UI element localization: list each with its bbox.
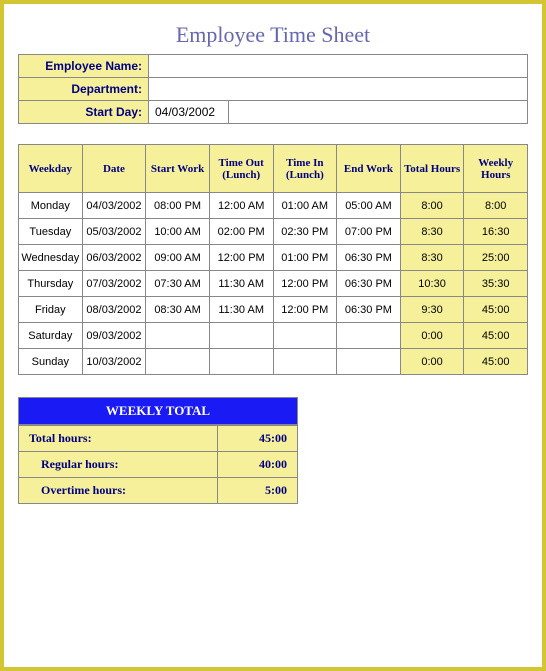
cell-start[interactable]: 07:30 AM (146, 271, 210, 297)
cell-end[interactable]: 05:00 AM (337, 193, 401, 219)
value-start-day[interactable]: 04/03/2002 (149, 101, 229, 124)
cell-weekday[interactable]: Friday (19, 297, 83, 323)
cell-weekly[interactable]: 45:00 (464, 349, 528, 375)
cell-start[interactable]: 09:00 AM (146, 245, 210, 271)
table-row: Wednesday06/03/200209:00 AM12:00 PM01:00… (19, 245, 528, 271)
col-time-out: Time Out (Lunch) (209, 145, 273, 193)
cell-date[interactable]: 10/03/2002 (82, 349, 146, 375)
cell-out[interactable]: 02:00 PM (209, 219, 273, 245)
cell-weekly[interactable]: 8:00 (464, 193, 528, 219)
cell-weekday[interactable]: Sunday (19, 349, 83, 375)
cell-start[interactable]: 10:00 AM (146, 219, 210, 245)
cell-total[interactable]: 8:30 (400, 219, 464, 245)
cell-weekday[interactable]: Monday (19, 193, 83, 219)
cell-out[interactable] (209, 349, 273, 375)
cell-end[interactable] (337, 349, 401, 375)
cell-date[interactable]: 04/03/2002 (82, 193, 146, 219)
cell-end[interactable]: 06:30 PM (337, 271, 401, 297)
cell-weekly[interactable]: 45:00 (464, 297, 528, 323)
cell-total[interactable]: 0:00 (400, 349, 464, 375)
cell-total[interactable]: 0:00 (400, 323, 464, 349)
label-start-day: Start Day: (19, 101, 149, 124)
cell-weekday[interactable]: Thursday (19, 271, 83, 297)
cell-end[interactable]: 06:30 PM (337, 245, 401, 271)
col-end-work: End Work (337, 145, 401, 193)
weekly-total-section: WEEKLY TOTAL Total hours: 45:00 Regular … (18, 397, 298, 504)
cell-weekday[interactable]: Wednesday (19, 245, 83, 271)
value-overtime-hours: 5:00 (218, 478, 298, 504)
cell-end[interactable] (337, 323, 401, 349)
cell-out[interactable]: 11:30 AM (209, 271, 273, 297)
cell-start[interactable]: 08:30 AM (146, 297, 210, 323)
cell-date[interactable]: 08/03/2002 (82, 297, 146, 323)
cell-in[interactable] (273, 323, 337, 349)
cell-start[interactable] (146, 349, 210, 375)
cell-end[interactable]: 06:30 PM (337, 297, 401, 323)
cell-date[interactable]: 05/03/2002 (82, 219, 146, 245)
cell-out[interactable]: 12:00 AM (209, 193, 273, 219)
value-employee-name[interactable] (149, 55, 528, 78)
table-row: Tuesday05/03/200210:00 AM02:00 PM02:30 P… (19, 219, 528, 245)
col-date: Date (82, 145, 146, 193)
cell-out[interactable] (209, 323, 273, 349)
cell-weekday[interactable]: Tuesday (19, 219, 83, 245)
cell-date[interactable]: 06/03/2002 (82, 245, 146, 271)
cell-in[interactable]: 01:00 AM (273, 193, 337, 219)
timesheet-table: Weekday Date Start Work Time Out (Lunch)… (18, 144, 528, 375)
label-employee-name: Employee Name: (19, 55, 149, 78)
employee-info-table: Employee Name: Department: Start Day: 04… (18, 54, 528, 124)
value-total-hours: 45:00 (218, 426, 298, 452)
summary-row-total: Total hours: 45:00 (19, 426, 298, 452)
cell-total[interactable]: 9:30 (400, 297, 464, 323)
cell-in[interactable]: 02:30 PM (273, 219, 337, 245)
cell-date[interactable]: 09/03/2002 (82, 323, 146, 349)
cell-in[interactable]: 12:00 PM (273, 297, 337, 323)
cell-in[interactable]: 12:00 PM (273, 271, 337, 297)
cell-total[interactable]: 8:30 (400, 245, 464, 271)
col-total-hours: Total Hours (400, 145, 464, 193)
label-regular-hours: Regular hours: (19, 452, 218, 478)
cell-weekly[interactable]: 45:00 (464, 323, 528, 349)
cell-weekly[interactable]: 16:30 (464, 219, 528, 245)
cell-end[interactable]: 07:00 PM (337, 219, 401, 245)
info-blank (229, 101, 528, 124)
cell-start[interactable] (146, 323, 210, 349)
summary-row-overtime: Overtime hours: 5:00 (19, 478, 298, 504)
cell-weekly[interactable]: 35:30 (464, 271, 528, 297)
table-row: Sunday10/03/2002 0:0045:00 (19, 349, 528, 375)
info-row-start-day: Start Day: 04/03/2002 (19, 101, 528, 124)
timesheet-frame: Employee Time Sheet Employee Name: Depar… (0, 0, 546, 671)
cell-total[interactable]: 8:00 (400, 193, 464, 219)
table-row: Monday04/03/200208:00 PM12:00 AM01:00 AM… (19, 193, 528, 219)
cell-in[interactable]: 01:00 PM (273, 245, 337, 271)
cell-total[interactable]: 10:30 (400, 271, 464, 297)
cell-out[interactable]: 11:30 AM (209, 297, 273, 323)
table-row: Thursday07/03/200207:30 AM11:30 AM12:00 … (19, 271, 528, 297)
cell-start[interactable]: 08:00 PM (146, 193, 210, 219)
cell-date[interactable]: 07/03/2002 (82, 271, 146, 297)
weekly-total-header: WEEKLY TOTAL (18, 397, 298, 425)
timesheet-header-row: Weekday Date Start Work Time Out (Lunch)… (19, 145, 528, 193)
value-department[interactable] (149, 78, 528, 101)
summary-row-regular: Regular hours: 40:00 (19, 452, 298, 478)
value-regular-hours: 40:00 (218, 452, 298, 478)
info-row-name: Employee Name: (19, 55, 528, 78)
info-row-department: Department: (19, 78, 528, 101)
label-total-hours: Total hours: (19, 426, 218, 452)
summary-table: Total hours: 45:00 Regular hours: 40:00 … (18, 425, 298, 504)
label-overtime-hours: Overtime hours: (19, 478, 218, 504)
table-row: Saturday09/03/2002 0:0045:00 (19, 323, 528, 349)
cell-weekday[interactable]: Saturday (19, 323, 83, 349)
cell-in[interactable] (273, 349, 337, 375)
label-department: Department: (19, 78, 149, 101)
col-time-in: Time In (Lunch) (273, 145, 337, 193)
col-weekly-hours: Weekly Hours (464, 145, 528, 193)
cell-out[interactable]: 12:00 PM (209, 245, 273, 271)
col-weekday: Weekday (19, 145, 83, 193)
col-start-work: Start Work (146, 145, 210, 193)
table-row: Friday08/03/200208:30 AM11:30 AM12:00 PM… (19, 297, 528, 323)
page-title: Employee Time Sheet (18, 22, 528, 48)
cell-weekly[interactable]: 25:00 (464, 245, 528, 271)
